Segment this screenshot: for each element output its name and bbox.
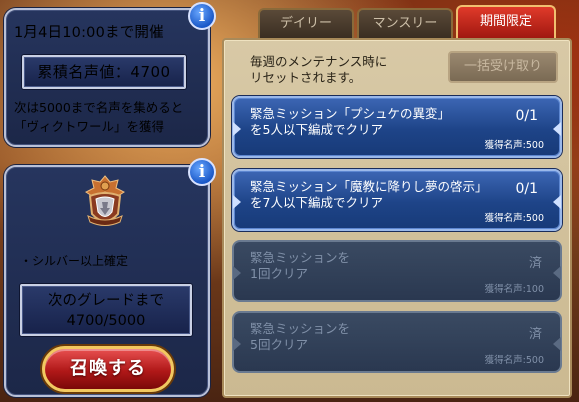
mission-title: 緊急ミッション「プシュケの異変」 を5人以下編成でクリア	[250, 106, 450, 138]
next-grade-box: 次のグレードまで 4700/5000	[20, 284, 192, 336]
info-icon[interactable]: i	[188, 2, 216, 30]
summon-button[interactable]: 召喚する	[42, 346, 174, 392]
mission-item-completed: 緊急ミッションを 5回クリア 済 獲得名声:500	[232, 311, 562, 373]
mission-title-line2: 5回クリア	[250, 337, 308, 352]
info-icon[interactable]: i	[188, 158, 216, 186]
mission-title: 緊急ミッションを 1回クリア	[250, 250, 350, 282]
mission-item[interactable]: 緊急ミッション「プシュケの異変」 を5人以下編成でクリア 0/1 獲得名声:50…	[232, 96, 562, 158]
mission-title: 緊急ミッション「魔教に降りし夢の啓示」 を7人以下編成でクリア	[250, 179, 488, 211]
mission-reward: 獲得名声:100	[484, 284, 544, 295]
bulk-receive-button[interactable]: 一括受け取り	[448, 51, 558, 83]
mission-reward: 獲得名声:500	[484, 213, 544, 224]
arrow-left-icon	[233, 337, 241, 351]
next-grade-label: 次のグレードまで	[48, 293, 164, 309]
reset-note-line2: リセットされます。	[250, 70, 362, 85]
mission-title-line1: 緊急ミッションを	[250, 250, 351, 265]
mission-item-completed: 緊急ミッションを 1回クリア 済 獲得名声:100	[232, 240, 562, 302]
silver-guarantee-note: ・シルバー以上確定	[20, 254, 129, 268]
mission-item[interactable]: 緊急ミッション「魔教に降りし夢の啓示」 を7人以下編成でクリア 0/1 獲得名声…	[232, 169, 562, 231]
next-grade-progress: 4700/5000	[66, 313, 146, 329]
mission-title: 緊急ミッションを 5回クリア	[250, 321, 350, 353]
mission-title-line1: 緊急ミッションを	[250, 321, 351, 336]
tab-limited-time[interactable]: 期間限定	[456, 5, 556, 38]
mission-title-line2: を7人以下編成でクリア	[250, 195, 383, 210]
arrow-right-icon	[553, 195, 561, 209]
mission-reward: 獲得名声:500	[484, 140, 544, 151]
arrow-right-icon	[553, 337, 561, 351]
event-period-title: 1月4日10:00まで開催	[14, 25, 164, 41]
mission-title-line1: 緊急ミッション「魔教に降りし夢の啓示」	[250, 179, 488, 194]
arrow-right-icon	[553, 122, 561, 136]
tab-monthly[interactable]: マンスリー	[357, 8, 453, 38]
accumulated-fame-label: 累積名声値：4700	[37, 63, 171, 81]
arrow-left-icon	[233, 266, 241, 280]
mission-title-line1: 緊急ミッション「プシュケの異変」	[250, 106, 451, 121]
tab-daily[interactable]: デイリー	[258, 8, 354, 38]
arrow-left-icon	[233, 195, 241, 209]
accumulated-fame-box: 累積名声値：4700	[22, 55, 186, 89]
mission-progress: 0/1	[515, 108, 538, 124]
mission-title-line2: を5人以下編成でクリア	[250, 122, 383, 137]
mission-title-line2: 1回クリア	[250, 266, 308, 281]
mission-progress: 0/1	[515, 181, 538, 197]
next-reward-text: 次は5000まで名声を集めると 「ヴィクトワール」を獲得	[14, 98, 183, 136]
next-reward-line1: 次は5000まで名声を集めると	[14, 100, 184, 115]
mission-completed-mark: 済	[528, 256, 542, 271]
mission-reward: 獲得名声:500	[484, 355, 544, 366]
silver-crest-emblem-icon	[85, 175, 125, 226]
next-reward-line2: 「ヴィクトワール」を獲得	[14, 119, 165, 134]
reset-note-line1: 毎週のメンテナンス時に	[250, 54, 388, 69]
arrow-left-icon	[233, 122, 241, 136]
mission-completed-mark: 済	[528, 327, 542, 342]
reset-note: 毎週のメンテナンス時に リセットされます。	[250, 54, 387, 86]
arrow-right-icon	[553, 266, 561, 280]
